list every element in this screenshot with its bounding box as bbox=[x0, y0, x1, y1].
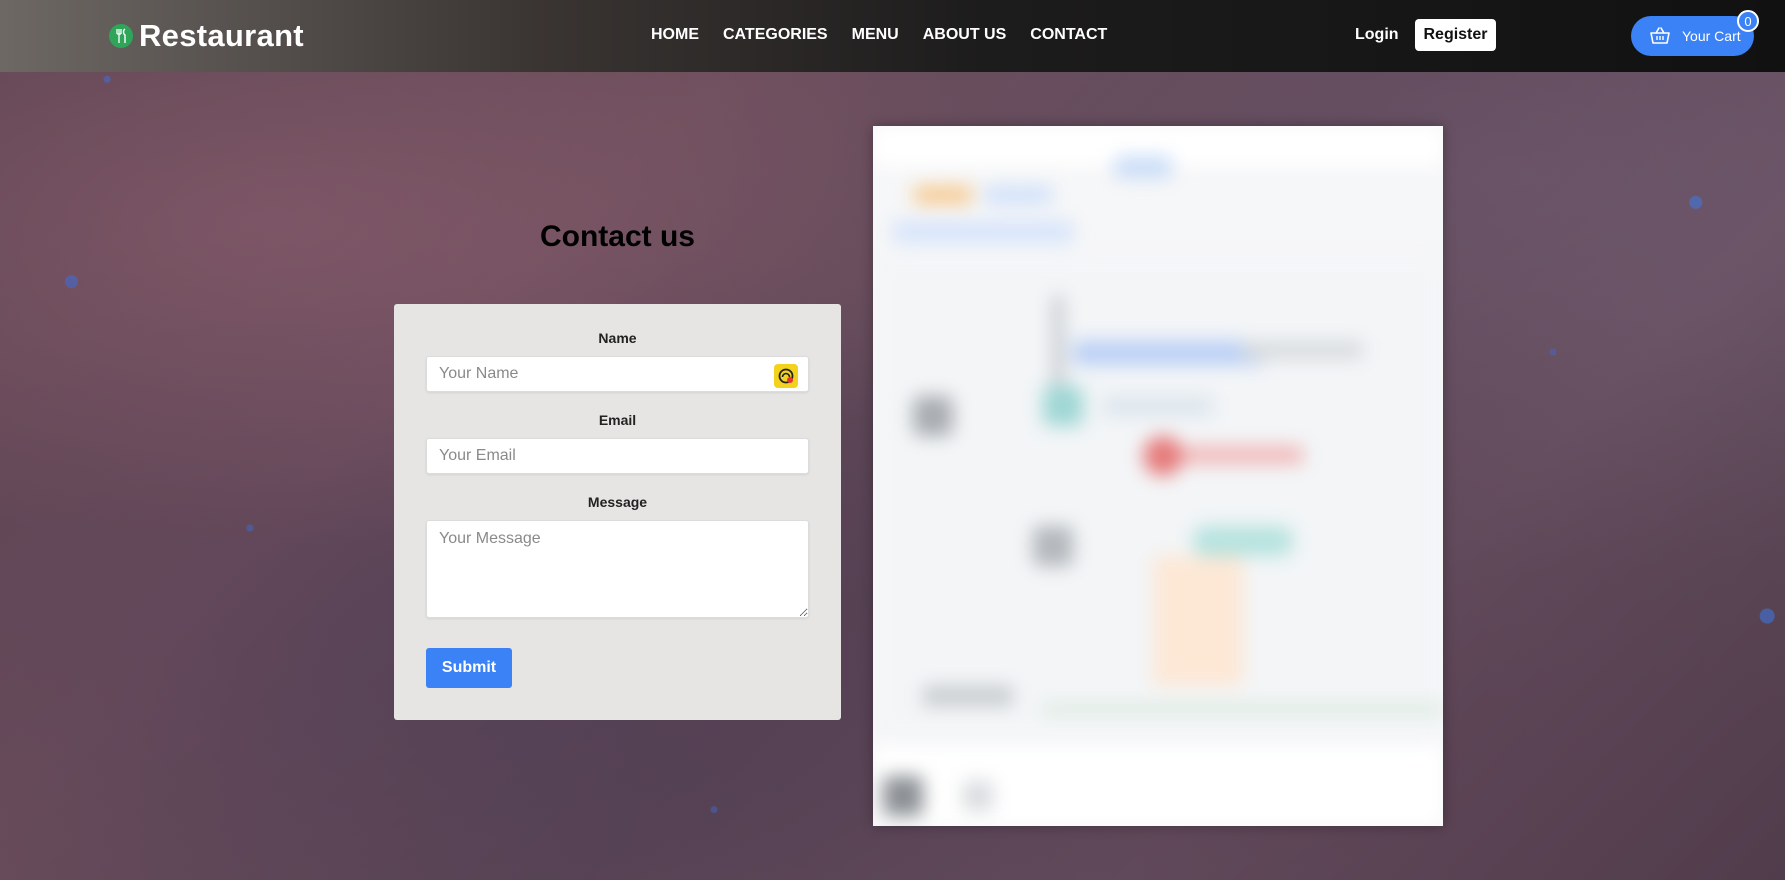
email-label: Email bbox=[598, 412, 637, 428]
fork-knife-icon bbox=[109, 24, 133, 48]
top-navbar: Restaurant HOME CATEGORIES MENU ABOUT US… bbox=[0, 0, 1785, 72]
cart-button[interactable]: Your Cart bbox=[1631, 16, 1754, 56]
basket-icon bbox=[1650, 27, 1670, 45]
brand-name: Restaurant bbox=[139, 18, 304, 53]
page-title: Contact us bbox=[539, 220, 695, 253]
message-field[interactable] bbox=[426, 520, 809, 618]
name-field[interactable] bbox=[426, 356, 809, 392]
brand[interactable]: Restaurant bbox=[109, 18, 304, 54]
submit-button[interactable]: Submit bbox=[426, 648, 512, 688]
map-content bbox=[873, 126, 1443, 826]
contact-form: Name Email Message Submit bbox=[394, 304, 841, 720]
message-label: Message bbox=[587, 494, 648, 510]
nav-categories[interactable]: CATEGORIES bbox=[723, 26, 828, 44]
email-field[interactable] bbox=[426, 438, 809, 474]
nav-home[interactable]: HOME bbox=[651, 26, 699, 44]
name-label: Name bbox=[598, 330, 637, 346]
cart-label: Your Cart bbox=[1682, 28, 1741, 44]
autofill-extension-icon[interactable] bbox=[774, 364, 798, 388]
nav-contact[interactable]: CONTACT bbox=[1030, 26, 1107, 44]
login-link[interactable]: Login bbox=[1355, 26, 1399, 44]
nav-menu[interactable]: MENU bbox=[852, 26, 899, 44]
map-embed[interactable] bbox=[873, 126, 1443, 826]
nav-about-us[interactable]: ABOUT US bbox=[923, 26, 1007, 44]
main-nav: HOME CATEGORIES MENU ABOUT US CONTACT bbox=[651, 26, 1131, 44]
register-button[interactable]: Register bbox=[1415, 19, 1496, 51]
cart-count-badge: 0 bbox=[1737, 10, 1759, 32]
